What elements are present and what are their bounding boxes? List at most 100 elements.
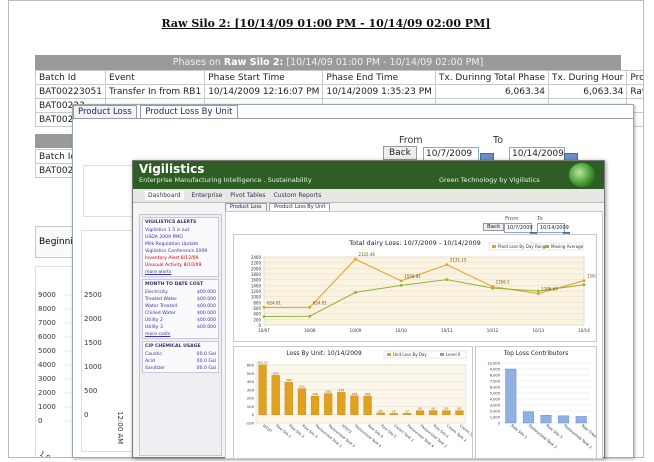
- bar: [402, 413, 412, 415]
- bar: [337, 391, 346, 415]
- to-date-input[interactable]: 10/14/2009: [537, 223, 569, 233]
- chem-box: CIP CHEMICAL USAGE Caustic 00.0 Gal Acid 0…: [142, 341, 219, 373]
- y-tick-label: 0: [252, 412, 255, 417]
- y-tick-label: 1600: [251, 278, 262, 283]
- data-label: 315: [299, 385, 305, 389]
- tab-product-loss-by-unit[interactable]: Product Loss By Unit: [269, 203, 331, 211]
- y-tick-label: 1000: [38, 403, 56, 411]
- y-tick-label: 2,000: [490, 410, 501, 414]
- nav-custom-reports[interactable]: Custom Reports: [273, 192, 321, 199]
- y-tick-label: 2500: [84, 291, 102, 299]
- y-tick-label: 5000: [38, 347, 56, 355]
- col-header: Batch Id: [35, 70, 106, 85]
- data-label: 256: [325, 390, 331, 394]
- table-cell: 10/14/2009 1:35:23 PM: [322, 84, 436, 99]
- y-tick-label: 2200: [251, 261, 262, 266]
- data-label: 603.53: [257, 361, 268, 365]
- nav-pivot-tables[interactable]: Pivot Tables: [230, 192, 265, 199]
- data-label: 1567.29: [587, 274, 596, 279]
- alert-item[interactable]: Inventory Alert 8/12/09: [143, 255, 218, 262]
- data-point: [536, 289, 540, 293]
- cost-value: $00.000: [197, 297, 216, 302]
- col-header: Product Name: [626, 70, 643, 85]
- chart-title: Loss By Unit: 10/14/2009: [286, 350, 362, 357]
- chem-value: 00.0 Gal: [196, 366, 216, 371]
- unit-loss-chart-panel: Loss By Unit: 10/14/2009 600 500 400 300 200 1…: [233, 346, 480, 459]
- cost-label: Utility 3: [145, 325, 163, 330]
- data-label: 50: [458, 407, 462, 411]
- data-label: 15: [392, 409, 396, 413]
- chem-value: 00.0 Gal: [196, 359, 216, 364]
- table-cell: BAT00223051: [35, 84, 106, 99]
- more-costs-link[interactable]: more costs: [143, 331, 218, 338]
- alert-item[interactable]: Unusual Activity 8/10/09: [143, 262, 218, 269]
- data-point: [536, 292, 540, 296]
- data-point: [582, 283, 586, 287]
- data-label: 274: [338, 388, 344, 392]
- cost-label: Electricity: [145, 290, 168, 295]
- alert-item[interactable]: Milk Regulation Update: [143, 241, 218, 248]
- y-tick-label: 400: [247, 379, 255, 384]
- y-tick-label: 1,000: [490, 416, 501, 420]
- alert-item[interactable]: USDA 2009 PMO: [143, 234, 218, 241]
- x-tick-label: 10/08: [304, 328, 316, 333]
- y-tick-label: 600: [247, 363, 255, 368]
- bar: [271, 375, 280, 415]
- col-header: Event: [104, 70, 206, 85]
- cost-value: $00.000: [197, 311, 216, 316]
- bg-chart-right: 2500 2000 1500 1000 500 0 12:00 AM: [81, 230, 133, 452]
- alert-item[interactable]: Vigilistics Conference 2009: [143, 248, 218, 255]
- bar: [389, 413, 398, 415]
- data-label: 226: [365, 392, 371, 396]
- cost-value: $00.000: [197, 325, 216, 330]
- bar: [310, 395, 320, 415]
- bar: [297, 388, 307, 415]
- back-button[interactable]: Back: [483, 223, 505, 231]
- app-sidebar: VIGILISTICS ALERTS Vigilistics 1.5 is ou…: [139, 214, 222, 456]
- back-button[interactable]: Back: [383, 146, 417, 160]
- data-label: 475: [273, 371, 279, 375]
- bar: [442, 410, 451, 415]
- data-label: 624.01: [267, 300, 281, 305]
- app-header: Vigilistics Enterprise Manufacturing Int…: [133, 161, 604, 189]
- phases-caption: Phases on Raw Silo 2: [10/14/09 01:00 PM…: [35, 55, 621, 70]
- tab-product-loss-by-unit[interactable]: Product Loss By Unit: [140, 105, 238, 118]
- x-tick-label: 10/11: [441, 328, 453, 333]
- y-tick-label: 600: [253, 306, 261, 311]
- table-cell: Raw Milk: [626, 84, 643, 99]
- x-tick-label: 10/07: [258, 328, 270, 333]
- y-tick-label: 9000: [38, 291, 56, 299]
- slogan: Green Technology by Vigilistics: [439, 176, 540, 184]
- cost-label: Utility 2: [145, 318, 163, 323]
- y-tick-label: 1500: [84, 339, 102, 347]
- data-label: 228: [352, 392, 358, 396]
- bar: [324, 393, 333, 415]
- bar: [540, 414, 552, 424]
- x-tick-label: 12:00 AM: [116, 411, 124, 444]
- bar: [522, 411, 534, 424]
- y-tick-label: 8,000: [490, 374, 501, 378]
- more-alerts-link[interactable]: more alerts: [143, 269, 218, 276]
- nav-dashboard[interactable]: Dashboard: [145, 191, 184, 200]
- data-point: [354, 291, 357, 294]
- y-tick-label: 100: [247, 404, 255, 409]
- from-label: From: [399, 135, 423, 146]
- bar: [415, 410, 425, 415]
- y-tick-label: 200: [247, 396, 255, 401]
- table-cell: 6,063.34: [434, 84, 550, 99]
- phases-caption-prefix: Phases on: [172, 57, 221, 68]
- data-label: 624.01: [313, 300, 327, 305]
- cost-label: Chilled Water: [145, 311, 176, 316]
- col-header: Tx. Durinng Total Phase: [434, 70, 550, 85]
- col-header: Tx. During Hour: [548, 70, 628, 85]
- data-label: 1106.69: [541, 287, 558, 292]
- from-date-input[interactable]: 10/7/2009: [504, 223, 533, 233]
- y-tick-label: 6,000: [490, 386, 501, 390]
- data-label: 392: [286, 378, 292, 382]
- col-header: Phase Start Time: [204, 70, 324, 85]
- x-tick-label: Raw Silo 1: [510, 423, 529, 440]
- tab-product-loss[interactable]: Product Loss: [225, 203, 267, 211]
- alert-item[interactable]: Vigilistics 1.5 is out: [143, 227, 218, 234]
- nav-enterprise[interactable]: Enterprise: [191, 192, 222, 199]
- tab-product-loss[interactable]: Product Loss: [73, 105, 137, 118]
